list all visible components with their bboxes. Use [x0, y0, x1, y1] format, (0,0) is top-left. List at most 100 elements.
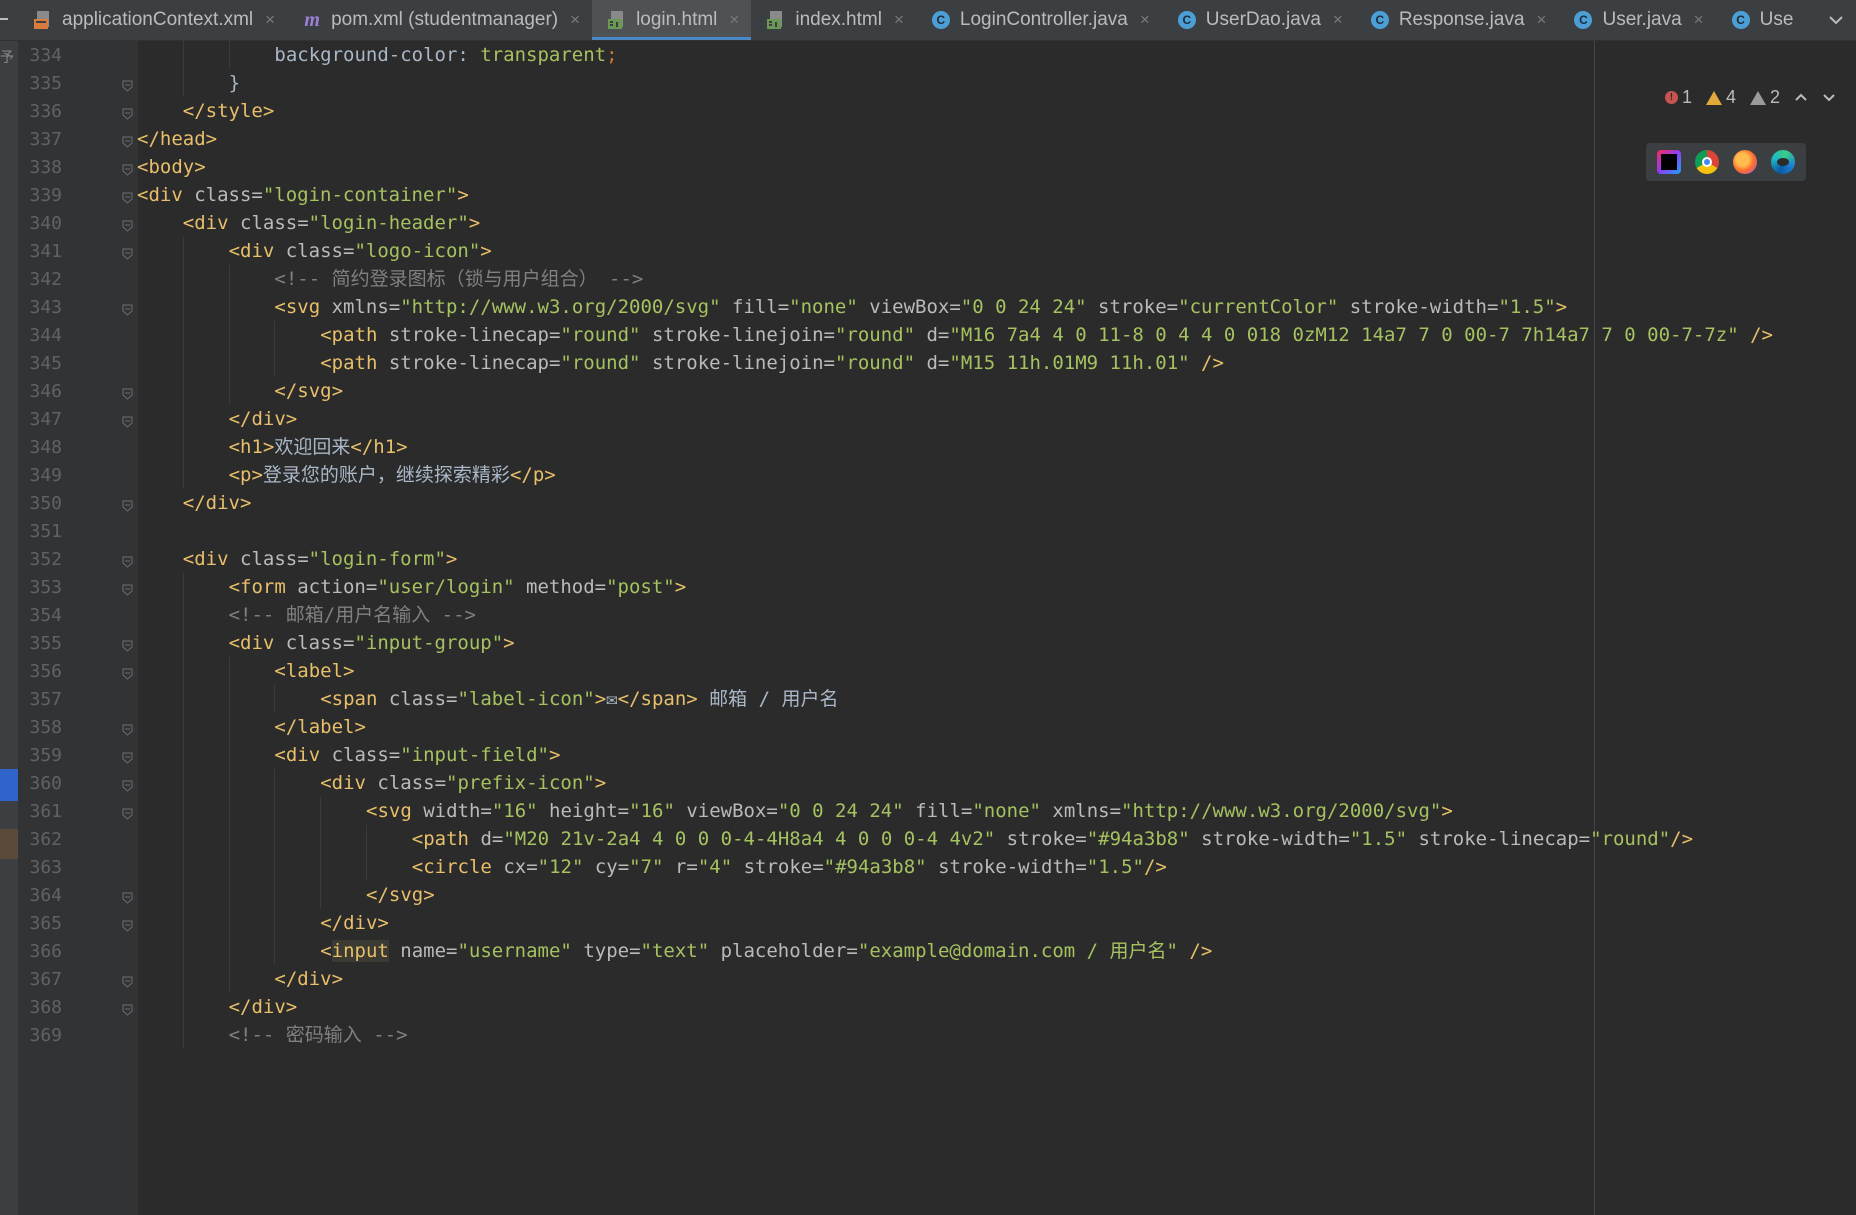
java-class-icon: C	[930, 9, 952, 31]
tab-bar-edge	[0, 0, 18, 40]
fold-marker-icon[interactable]	[122, 973, 133, 988]
tag-token: <body>	[137, 156, 206, 178]
tag-token: <circle	[411, 856, 504, 878]
fold-marker-icon[interactable]	[122, 77, 133, 92]
fold-marker-icon[interactable]	[122, 385, 133, 400]
xml-file-icon	[32, 9, 54, 31]
fold-marker-icon[interactable]	[122, 917, 133, 932]
firefox-icon[interactable]	[1733, 150, 1757, 174]
tab-login-html[interactable]: login.html ×	[592, 0, 752, 40]
previous-problem-icon[interactable]	[1794, 89, 1808, 107]
tag-token: >	[594, 772, 607, 794]
fold-marker-icon[interactable]	[122, 665, 133, 680]
code-line[interactable]: 369 <!-- 密码输入 -->	[18, 1019, 1856, 1052]
tag-token: </div>	[274, 968, 344, 990]
attribute-value-token: "12"	[537, 856, 584, 878]
fold-marker-icon[interactable]	[122, 413, 133, 428]
browser-preview-bar	[1646, 143, 1806, 181]
text-token: 登录您的账户，继续探索精彩	[262, 464, 510, 486]
chrome-icon[interactable]	[1695, 150, 1719, 174]
attribute-value-token: "round"	[834, 352, 916, 374]
java-class-icon: C	[1572, 9, 1594, 31]
fold-marker-icon[interactable]	[122, 1001, 133, 1016]
fold-marker-icon[interactable]	[122, 217, 133, 232]
tab-userdao-java[interactable]: C UserDao.java ×	[1162, 0, 1355, 40]
code-editor[interactable]: 334 background-color: transparent; 335} 336…	[18, 41, 1856, 1215]
tag-token: />	[1177, 940, 1213, 962]
fold-marker-icon[interactable]	[122, 189, 133, 204]
warning-count[interactable]: 4	[1705, 87, 1736, 108]
tag-token: >	[445, 548, 458, 570]
attribute-token: stroke=	[1086, 296, 1179, 318]
close-icon[interactable]: ×	[1537, 10, 1547, 30]
tab-logincontroller-java[interactable]: C LoginController.java ×	[916, 0, 1162, 40]
next-problem-icon[interactable]	[1822, 89, 1836, 107]
close-icon[interactable]: ×	[570, 10, 580, 30]
tab-label: Response.java	[1398, 9, 1525, 30]
attribute-value-token: "logo-icon"	[354, 240, 481, 262]
tab-pom-xml-studentmanager[interactable]: m pom.xml (studentmanager) ×	[287, 0, 592, 40]
java-class-icon: C	[1369, 9, 1391, 31]
close-icon[interactable]: ×	[1333, 10, 1343, 30]
fold-marker-icon[interactable]	[122, 889, 133, 904]
tag-token: <div	[228, 240, 286, 262]
fold-marker-icon[interactable]	[122, 749, 133, 764]
attribute-value-token: "post"	[606, 576, 675, 598]
tab-use[interactable]: C Use	[1716, 0, 1806, 40]
attribute-token: fill=	[720, 296, 790, 318]
tag-token: </head>	[137, 128, 218, 150]
attribute-token: stroke-width=	[1338, 296, 1499, 318]
tab-overflow-chevron-icon[interactable]	[1816, 0, 1856, 40]
close-icon[interactable]: ×	[729, 10, 739, 30]
fold-marker-icon[interactable]	[122, 133, 133, 148]
tag-token: >	[1555, 296, 1568, 318]
tool-window-marker[interactable]	[0, 769, 18, 801]
fold-marker-icon[interactable]	[122, 161, 133, 176]
fold-marker-icon[interactable]	[122, 553, 133, 568]
tab-user-java[interactable]: C User.java ×	[1558, 0, 1715, 40]
tab-label: pom.xml (studentmanager)	[331, 9, 559, 30]
inspection-widget[interactable]: ! 1 4 2	[1664, 87, 1836, 108]
attribute-token: d=	[915, 352, 950, 374]
tag-token: <div	[137, 184, 195, 206]
fold-marker-icon[interactable]	[122, 581, 133, 596]
tab-response-java[interactable]: C Response.java ×	[1355, 0, 1559, 40]
fold-marker-icon[interactable]	[122, 497, 133, 512]
fold-marker-icon[interactable]	[122, 777, 133, 792]
tab-list: applicationContext.xml × m pom.xml (student…	[18, 0, 1805, 40]
tag-token: >	[594, 688, 607, 710]
tag-token: <form	[228, 576, 298, 598]
close-icon[interactable]: ×	[1694, 10, 1704, 30]
attribute-value-token: "0 0 24 24"	[960, 296, 1087, 318]
weak-warning-count[interactable]: 2	[1749, 87, 1780, 108]
attribute-token: type=	[571, 940, 641, 962]
fold-marker-icon[interactable]	[122, 245, 133, 260]
tab-applicationcontext-xml[interactable]: applicationContext.xml ×	[18, 0, 287, 40]
edge-icon[interactable]	[1771, 150, 1795, 174]
fold-marker-icon[interactable]	[122, 721, 133, 736]
error-count[interactable]: ! 1	[1664, 87, 1692, 108]
fold-marker-icon[interactable]	[122, 105, 133, 120]
tag-token: </div>	[182, 492, 252, 514]
close-icon[interactable]: ×	[265, 10, 275, 30]
fold-marker-icon[interactable]	[122, 805, 133, 820]
close-icon[interactable]: ×	[894, 10, 904, 30]
attribute-token: width=	[423, 800, 492, 822]
fold-marker-icon[interactable]	[122, 301, 133, 316]
attribute-value-token: "example@domain.com / 用户名"	[857, 940, 1178, 962]
attribute-token: height=	[537, 800, 630, 822]
tag-token: >	[1441, 800, 1453, 822]
attribute-token: class=	[285, 240, 355, 262]
bookmark-marker[interactable]	[0, 829, 18, 859]
comment-token: <!-- 简约登录图标（锁与用户组合） -->	[274, 268, 644, 290]
tag-token: <	[320, 940, 332, 962]
attribute-value-token: "label-icon"	[457, 688, 595, 710]
tag-token: <span	[320, 688, 389, 710]
tab-index-html[interactable]: index.html ×	[751, 0, 916, 40]
intellij-icon[interactable]	[1657, 150, 1681, 174]
attribute-token: stroke-linecap=	[388, 324, 561, 346]
fold-marker-icon[interactable]	[122, 637, 133, 652]
attribute-value-token: "round"	[834, 324, 916, 346]
tab-label: Use	[1759, 9, 1794, 30]
close-icon[interactable]: ×	[1140, 10, 1150, 30]
